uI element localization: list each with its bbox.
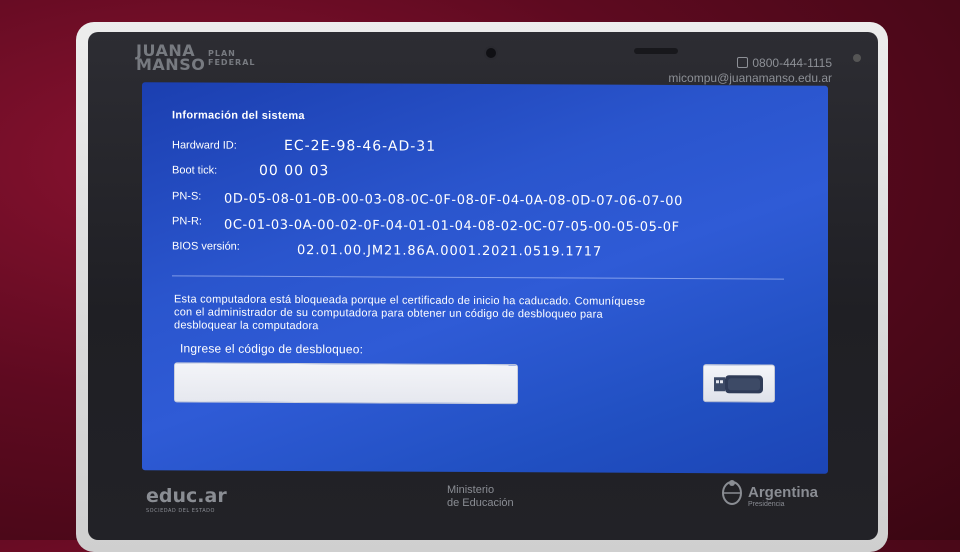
phone-icon <box>737 57 749 68</box>
camera-sensor <box>634 48 678 54</box>
ministerio-line-1: Ministerio <box>447 484 495 496</box>
unlock-code-prompt: Ingrese el código de desbloqueo: <box>180 341 364 357</box>
bios-version-value: 02.01.00.JM21.86A.0001.2021.0519.1717 <box>297 243 603 260</box>
educ-ar-logo: educ.ar SOCIEDAD DEL ESTADO <box>146 485 227 514</box>
hardware-id-value: EC-2E-98-46-AD-31 <box>284 137 437 155</box>
argentina-logo: Argentina Presidencia <box>720 478 818 511</box>
status-light <box>853 54 861 62</box>
hardware-id-label: Hardward ID: <box>172 139 237 152</box>
boot-tick-value: 00 00 03 <box>259 162 330 180</box>
pn-s-label: PN-S: <box>172 190 202 203</box>
pn-r-label: PN-R: <box>172 215 202 228</box>
coat-of-arms-icon <box>722 480 742 505</box>
lock-message-line-3: desbloquear la computadora <box>174 319 319 333</box>
divider <box>172 275 784 280</box>
usb-unlock-button[interactable] <box>703 364 775 403</box>
bios-version-label: BIOS versión: <box>172 240 240 253</box>
logo-line-2: MANSO <box>136 55 206 74</box>
unlock-code-input[interactable] <box>174 362 518 405</box>
ministerio-logo: Ministerio de Educación <box>447 484 514 510</box>
plan-label: PLAN <box>208 49 236 58</box>
juana-manso-logo: JUANA MANSO PLAN FEDERAL <box>136 43 254 74</box>
support-email: micompu@juanamanso.edu.ar <box>668 71 832 85</box>
ministerio-line-2: de Educación <box>447 497 514 509</box>
lock-screen: Información del sistema Hardward ID: EC-… <box>142 82 828 474</box>
pn-r-value: 0C-01-03-0A-00-02-0F-04-01-01-04-08-02-0… <box>224 217 680 236</box>
webcam <box>484 46 498 60</box>
educ-ar-subtitle: SOCIEDAD DEL ESTADO <box>146 508 215 514</box>
federal-label: FEDERAL <box>208 58 256 67</box>
educ-ar-name: educ.ar <box>146 485 227 507</box>
pn-s-value: 0D-05-08-01-0B-00-03-08-0C-0F-08-0F-04-0… <box>224 191 684 210</box>
lock-message: Esta computadora está bloqueada porque e… <box>174 293 764 335</box>
phone-number: 0800-444-1115 <box>752 56 832 70</box>
system-info-title: Información del sistema <box>172 109 305 123</box>
usb-drive-icon <box>714 375 763 394</box>
phone-line: 0800-444-1115 <box>668 56 832 71</box>
boot-tick-label: Boot tick: <box>172 164 218 177</box>
contact-info: 0800-444-1115 micompu@juanamanso.edu.ar <box>668 56 832 86</box>
argentina-subtitle: Presidencia <box>748 501 785 508</box>
plan-federal-label: PLAN FEDERAL <box>208 49 255 67</box>
argentina-name: Argentina <box>748 484 819 501</box>
